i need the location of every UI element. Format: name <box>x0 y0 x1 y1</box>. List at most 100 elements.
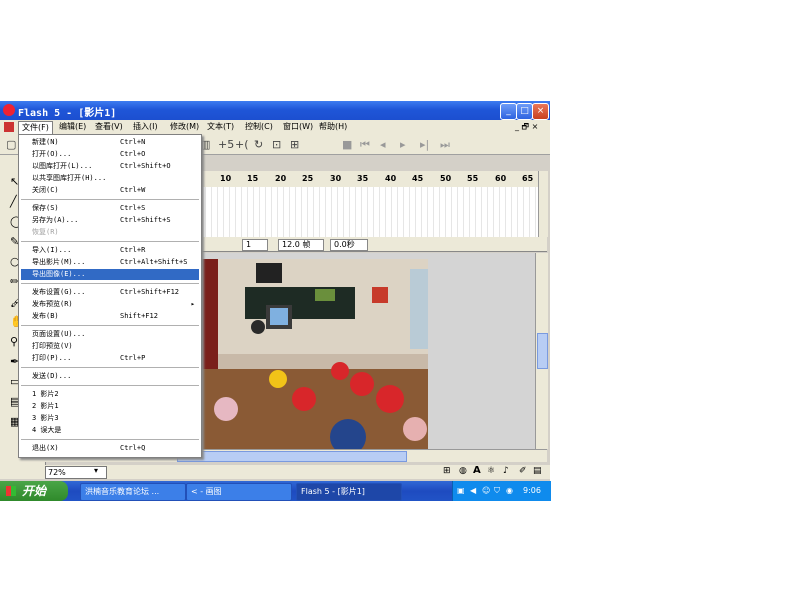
menu-file[interactable]: 文件(F) <box>18 121 53 135</box>
character-panel-icon[interactable]: A <box>473 465 481 476</box>
line-tool-icon[interactable]: ╱ <box>10 195 17 208</box>
menu-item-export-movie[interactable]: 导出影片(M)... Ctrl+Alt+Shift+S <box>21 257 199 268</box>
tick-label: 10 <box>220 174 232 183</box>
library-panel-icon[interactable]: ▤ <box>533 466 542 476</box>
menu-item-open-shared-library[interactable]: 以共享图库打开(H)... <box>21 173 199 184</box>
menu-item-label: 另存为(A)... <box>32 216 79 224</box>
menu-item-export-image[interactable]: 导出图像(E)... <box>21 269 199 280</box>
menu-text[interactable]: 文本(T) <box>204 121 237 133</box>
smooth-icon[interactable]: +5 <box>218 138 234 151</box>
menu-item-shortcut: Ctrl+S <box>120 204 146 212</box>
menu-item-new[interactable]: 新建(N) Ctrl+N <box>21 137 199 148</box>
menu-item-close[interactable]: 关闭(C) Ctrl+W <box>21 185 199 196</box>
tick-label: 25 <box>302 174 314 183</box>
scroll-thumb[interactable] <box>537 333 548 369</box>
scale-icon[interactable]: ⊡ <box>272 138 281 151</box>
menu-item-recent-4[interactable]: 4 误大是 <box>21 425 199 436</box>
stage-vertical-scrollbar[interactable] <box>535 253 548 449</box>
actions-panel-icon[interactable]: ✐ <box>519 466 527 476</box>
step-back-icon[interactable]: ◂ <box>380 138 386 151</box>
maximize-button[interactable]: □ <box>516 103 533 120</box>
step-forward-icon[interactable]: ▸| <box>420 138 429 151</box>
color-panel-icon[interactable]: ◍ <box>459 466 467 476</box>
menu-window[interactable]: 窗口(W) <box>280 121 316 133</box>
launcher-bar: 72% ▾ ⊞ ◍ A ⚛ ♪ ✐ ▤ <box>45 465 550 479</box>
menu-item-page-setup[interactable]: 页面设置(U)... <box>21 329 199 340</box>
menu-separator <box>21 385 199 386</box>
menu-item-send[interactable]: 发送(D)... <box>21 371 199 382</box>
info-panel-icon[interactable]: ⊞ <box>443 466 451 476</box>
menu-item-shortcut: Ctrl+Q <box>120 444 146 452</box>
rotate-icon[interactable]: ↻ <box>254 138 263 151</box>
clock: 9:06 <box>523 486 541 495</box>
menu-item-publish-settings[interactable]: 发布设置(G)... Ctrl+Shift+F12 <box>21 287 199 298</box>
menu-item-recent-3[interactable]: 3 影片3 <box>21 413 199 424</box>
menu-item-shortcut: Ctrl+Alt+Shift+S <box>120 258 188 266</box>
title-bar[interactable]: Flash 5 - [影片1] _ □ × <box>0 101 550 120</box>
menu-item-label: 1 影片2 <box>32 390 59 398</box>
network-icon[interactable]: ▣ <box>457 486 465 495</box>
stage-area[interactable] <box>200 253 538 449</box>
sound-panel-icon[interactable]: ♪ <box>503 466 509 476</box>
classroom-photo[interactable] <box>200 259 428 449</box>
menu-item-save-as[interactable]: 另存为(A)... Ctrl+Shift+S <box>21 215 199 226</box>
window-title: Flash 5 - [影片1] <box>18 108 117 119</box>
messenger-icon[interactable]: ☺ <box>482 486 490 495</box>
minimize-button[interactable]: _ <box>500 103 517 120</box>
taskbar-item-flash[interactable]: Flash 5 - [影片1] <box>296 483 402 501</box>
document-icon <box>4 122 14 132</box>
flash-app-icon <box>3 104 15 116</box>
chevron-down-icon[interactable]: ▾ <box>94 466 98 475</box>
frame-grid[interactable] <box>200 187 540 237</box>
menu-item-recent-1[interactable]: 1 影片2 <box>21 389 199 400</box>
rewind-icon[interactable]: ⏮ <box>360 138 370 152</box>
hscroll-thumb[interactable] <box>177 451 407 462</box>
menu-modify[interactable]: 修改(M) <box>167 121 202 133</box>
document-window-controls[interactable]: _ 🗗 × <box>512 121 541 133</box>
menu-item-publish-preview[interactable]: 发布预览(R) ▸ <box>21 299 199 310</box>
menu-separator <box>21 283 199 284</box>
close-button[interactable]: × <box>532 103 549 120</box>
menu-item-open[interactable]: 打开(O)... Ctrl+O <box>21 149 199 160</box>
play-icon[interactable]: ▸ <box>400 138 406 151</box>
align-icon[interactable]: ⊞ <box>290 138 299 151</box>
taskbar-item-forum[interactable]: 洪楠音乐教育论坛 ... <box>80 483 186 501</box>
start-button[interactable]: 开始 <box>0 481 68 501</box>
security-shield-icon[interactable]: ⛉ <box>494 486 500 496</box>
tick-label: 15 <box>247 174 259 183</box>
menu-edit[interactable]: 编辑(E) <box>56 121 89 133</box>
menu-item-save[interactable]: 保存(S) Ctrl+S <box>21 203 199 214</box>
menu-control[interactable]: 控制(C) <box>242 121 276 133</box>
menu-item-label: 3 影片3 <box>32 414 59 422</box>
menu-item-print[interactable]: 打印(P)... Ctrl+P <box>21 353 199 364</box>
menu-item-publish[interactable]: 发布(B) Shift+F12 <box>21 311 199 322</box>
menu-item-revert[interactable]: 恢复(R) <box>21 227 199 238</box>
menu-item-label: 导出影片(M)... <box>32 258 86 266</box>
back-icon[interactable]: ◀ <box>470 486 476 495</box>
tick-label: 60 <box>495 174 507 183</box>
elapsed-time: 0.0秒 <box>330 239 368 251</box>
menu-insert[interactable]: 插入(I) <box>130 121 161 133</box>
menu-item-recent-2[interactable]: 2 影片1 <box>21 401 199 412</box>
menu-help[interactable]: 帮助(H) <box>316 121 350 133</box>
menu-item-shortcut: Ctrl+N <box>120 138 146 146</box>
instance-panel-icon[interactable]: ⚛ <box>487 466 495 476</box>
menu-item-open-as-library[interactable]: 以图库打开(L)... Ctrl+Shift+O <box>21 161 199 172</box>
menu-item-import[interactable]: 导入(I)... Ctrl+R <box>21 245 199 256</box>
menu-item-print-preview[interactable]: 打印预览(V) <box>21 341 199 352</box>
windows-taskbar: 开始 洪楠音乐教育论坛 ... < - 画图 Flash 5 - [影片1] ▣… <box>0 481 551 501</box>
stop-icon[interactable]: ■ <box>342 138 352 151</box>
fast-forward-icon[interactable]: ⏭ <box>440 138 450 152</box>
taskbar-item-paint[interactable]: < - 画图 <box>186 483 292 501</box>
menu-view[interactable]: 查看(V) <box>92 121 126 133</box>
menu-item-label: 发布(B) <box>32 312 59 320</box>
frame-ruler: 10 15 20 25 30 35 40 45 50 55 60 65 <box>200 171 540 188</box>
straighten-icon[interactable]: +( <box>235 138 249 151</box>
antivirus-icon[interactable]: ◉ <box>506 486 513 495</box>
menu-item-exit[interactable]: 退出(X) Ctrl+Q <box>21 443 199 454</box>
magnifier-tool-icon[interactable]: ⚲ <box>10 335 18 348</box>
new-file-icon[interactable]: ▢ <box>6 138 16 151</box>
menu-item-label: 发布预览(R) <box>32 300 73 308</box>
timeline-scrollbar[interactable] <box>538 171 548 237</box>
menu-item-shortcut: Ctrl+P <box>120 354 146 362</box>
